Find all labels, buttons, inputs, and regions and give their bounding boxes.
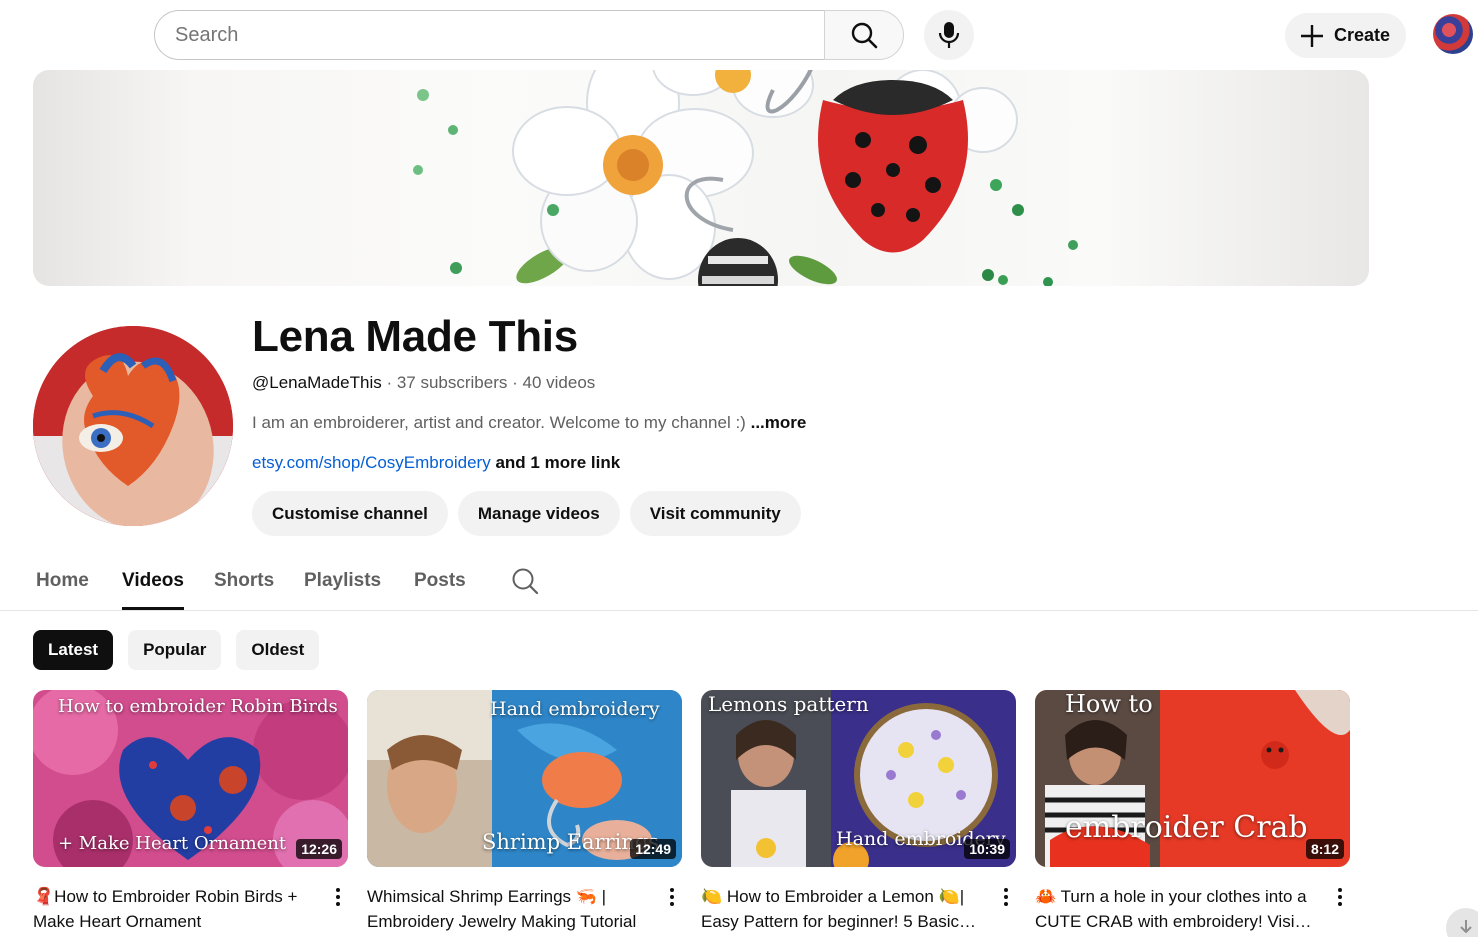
embroidered-heart-image [33, 326, 233, 526]
video-title[interactable]: 🧣How to Embroider Robin Birds + Make Hea… [33, 884, 318, 934]
video-card[interactable]: How to embroider Crab 8:12 🦀 Turn a hole… [1035, 690, 1350, 931]
channel-name: Lena Made This [252, 312, 578, 361]
create-label: Create [1334, 25, 1391, 45]
video-duration: 12:26 [296, 839, 342, 859]
banner-artwork [413, 70, 1078, 286]
video-thumbnail[interactable]: How to embroider Robin Birds + Make Hear… [33, 690, 348, 867]
tab-home[interactable]: Home [36, 570, 89, 592]
customise-channel-button[interactable]: Customise channel [252, 491, 448, 536]
channel-banner [33, 70, 1369, 286]
channel-search-button[interactable] [511, 567, 539, 600]
video-thumbnail[interactable]: How to embroider Crab 8:12 [1035, 690, 1350, 867]
search-icon [512, 568, 539, 595]
video-title[interactable]: 🍋 How to Embroider a Lemon 🍋| Easy Patte… [701, 884, 986, 934]
arrow-down-icon [1460, 920, 1472, 933]
more-links-button[interactable]: and 1 more link [495, 453, 620, 472]
thumbnail-caption-top: How to [1065, 690, 1153, 718]
video-count: 40 videos [522, 373, 596, 392]
tab-posts[interactable]: Posts [414, 570, 466, 592]
chip-oldest[interactable]: Oldest [236, 630, 320, 670]
plus-icon [1301, 24, 1323, 47]
description-text: I am an embroiderer, artist and creator.… [252, 413, 746, 432]
video-card[interactable]: How to embroider Robin Birds + Make Hear… [33, 690, 348, 931]
voice-search-button[interactable] [924, 10, 974, 60]
etsy-link[interactable]: etsy.com/shop/CosyEmbroidery [252, 453, 491, 472]
channel-tabs: Home Videos Shorts Playlists Posts [0, 558, 1478, 611]
tab-shorts[interactable]: Shorts [214, 570, 274, 592]
account-avatar[interactable] [1433, 14, 1473, 54]
channel-handle: @LenaMadeThis [252, 373, 382, 392]
subscriber-count: 37 subscribers [396, 373, 508, 392]
channel-links: etsy.com/shop/CosyEmbroidery and 1 more … [252, 453, 620, 473]
more-options-icon[interactable] [662, 884, 682, 910]
chip-latest[interactable]: Latest [33, 630, 114, 670]
scroll-down-button[interactable] [1446, 908, 1478, 937]
video-title[interactable]: Whimsical Shrimp Earrings 🦐 | Embroidery… [367, 884, 652, 934]
thumbnail-caption-top: How to embroider Robin Birds [58, 696, 338, 717]
search-icon [851, 22, 878, 49]
more-options-icon[interactable] [1330, 884, 1350, 910]
active-tab-indicator [122, 607, 184, 610]
channel-actions: Customise channel Manage videos Visit co… [252, 491, 801, 536]
channel-avatar[interactable] [33, 326, 233, 526]
video-title[interactable]: 🦀 Turn a hole in your clothes into a CUT… [1035, 884, 1320, 934]
video-duration: 8:12 [1305, 839, 1344, 859]
manage-videos-button[interactable]: Manage videos [457, 491, 620, 536]
search-box[interactable] [154, 10, 825, 60]
thumbnail-caption-top: Hand embroidery [490, 698, 660, 720]
thumbnail-caption-bottom: embroider Crab [1065, 810, 1308, 845]
video-duration: 12:49 [630, 839, 676, 859]
tab-playlists[interactable]: Playlists [304, 570, 381, 592]
channel-description[interactable]: I am an embroiderer, artist and creator.… [252, 413, 806, 433]
visit-community-button[interactable]: Visit community [629, 491, 801, 536]
tab-videos[interactable]: Videos [122, 570, 184, 592]
thumbnail-caption-bottom: + Make Heart Ornament [58, 833, 287, 854]
chip-popular[interactable]: Popular [128, 630, 222, 670]
thumbnail-caption-top: Lemons pattern [708, 692, 869, 716]
search-button[interactable] [824, 10, 904, 60]
meta-separator: · [381, 373, 397, 392]
more-options-icon[interactable] [328, 884, 348, 910]
channel-meta: @LenaMadeThis · 37 subscribers · 40 vide… [252, 373, 595, 393]
search-input[interactable] [155, 11, 825, 59]
video-card[interactable]: Lemons pattern Hand embroidery 10:39 🍋 H… [701, 690, 1016, 931]
sort-chips: Latest Popular Oldest [33, 630, 320, 670]
microphone-icon [938, 22, 960, 48]
video-thumbnail[interactable]: Lemons pattern Hand embroidery 10:39 [701, 690, 1016, 867]
video-card[interactable]: Hand embroidery Shrimp Earrings 12:49 Wh… [367, 690, 682, 931]
meta-separator: · [507, 373, 523, 392]
create-button[interactable]: Create [1285, 13, 1406, 58]
video-duration: 10:39 [964, 839, 1010, 859]
more-link[interactable]: ...more [751, 413, 807, 432]
more-options-icon[interactable] [996, 884, 1016, 910]
video-thumbnail[interactable]: Hand embroidery Shrimp Earrings 12:49 [367, 690, 682, 867]
